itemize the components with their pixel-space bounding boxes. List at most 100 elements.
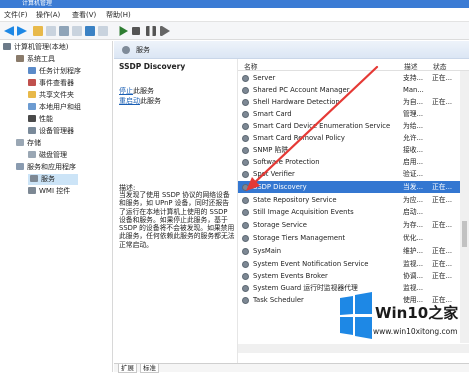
gear-icon	[242, 123, 249, 130]
menu-view[interactable]: 查看(V)	[72, 11, 96, 19]
service-row[interactable]: Software Protection 启用...	[238, 156, 460, 168]
service-row[interactable]: Spot Verifier 验证...	[238, 168, 460, 180]
tree-item-wmi[interactable]: WMI 控件	[28, 187, 70, 196]
clock-icon	[28, 67, 36, 74]
view-tabs: 扩展 标准	[114, 363, 469, 373]
properties-icon[interactable]	[98, 26, 108, 36]
gear-icon	[242, 147, 249, 154]
tree-item-shared-folders[interactable]: 共享文件夹	[28, 91, 74, 100]
event-icon	[28, 79, 36, 86]
service-row[interactable]: Smart Card 管理...	[238, 108, 460, 120]
gear-icon	[242, 235, 249, 242]
wmi-icon	[28, 187, 36, 194]
disk-icon	[28, 151, 36, 158]
column-description[interactable]: 描述	[404, 61, 418, 71]
gear-icon	[242, 273, 249, 280]
tree-item-device-manager[interactable]: 设备管理器	[28, 127, 74, 136]
refresh-icon[interactable]	[72, 26, 82, 36]
toolbar	[0, 22, 469, 40]
restart-service-icon[interactable]	[160, 26, 170, 36]
service-title: SSDP Discovery	[119, 62, 186, 71]
service-row[interactable]: Still Image Acquisition Events 启动...	[238, 206, 460, 218]
gear-icon	[242, 75, 249, 82]
service-row[interactable]: Shell Hardware Detection 为自... 正在...	[238, 96, 460, 108]
forward-icon[interactable]	[17, 26, 27, 36]
tree-item-performance[interactable]: 性能	[28, 115, 53, 124]
restart-suffix: 此服务	[140, 97, 161, 105]
service-row[interactable]: SysMain 维护... 正在...	[238, 245, 460, 257]
console-tree: 计算机管理(本地) 系统工具 任务计划程序 事件查看器 共享文件夹 本地用户和组…	[0, 41, 113, 372]
console-tree-icon[interactable]	[46, 26, 56, 36]
gear-icon	[242, 197, 249, 204]
services-apps-icon	[16, 163, 24, 170]
export-icon[interactable]	[59, 26, 69, 36]
tree-item-event-viewer[interactable]: 事件查看器	[28, 79, 74, 88]
watermark-url: www.win10xitong.com	[373, 327, 458, 336]
service-row[interactable]: System Events Broker 协调... 正在...	[238, 270, 460, 282]
column-name[interactable]: 名称	[244, 61, 258, 71]
folder-icon[interactable]	[33, 26, 43, 36]
menu-bar: 文件(F) 操作(A) 查看(V) 帮助(H)	[0, 8, 469, 22]
tree-item-system-tools[interactable]: 系统工具	[16, 55, 55, 64]
gear-icon	[242, 184, 249, 191]
gear-icon	[242, 135, 249, 142]
tree-item-storage[interactable]: 存储	[16, 139, 41, 148]
service-row[interactable]: Shared PC Account Manager Man...	[238, 84, 460, 96]
gear-icon	[242, 111, 249, 118]
users-icon	[28, 103, 36, 110]
tree-item-services[interactable]: 服务	[28, 174, 78, 185]
folder-icon	[28, 91, 36, 98]
menu-action[interactable]: 操作(A)	[36, 11, 60, 19]
storage-icon	[16, 139, 24, 146]
gear-icon	[242, 209, 249, 216]
back-icon[interactable]	[4, 26, 14, 36]
stop-suffix: 此服务	[133, 87, 154, 95]
window-title: 计算机管理	[22, 0, 53, 7]
start-service-icon[interactable]	[119, 26, 128, 36]
service-row[interactable]: Server 支持... 正在...	[238, 72, 460, 84]
tools-icon	[16, 55, 24, 62]
gear-icon	[122, 46, 130, 54]
description-pane: SSDP Discovery 停止 此服务 重启动 此服务 描述: 当发现了使用…	[114, 59, 238, 365]
gear-icon	[242, 87, 249, 94]
gear-icon	[242, 171, 249, 178]
tree-item-local-users[interactable]: 本地用户和组	[28, 103, 81, 112]
service-row[interactable]: Smart Card Removal Policy 允许...	[238, 132, 460, 144]
stop-service-icon[interactable]	[132, 27, 140, 35]
list-header: 名称 描述 状态	[238, 59, 469, 71]
menu-file[interactable]: 文件(F)	[4, 11, 28, 19]
restart-link[interactable]: 重启动	[119, 96, 140, 106]
gear-icon	[242, 285, 249, 292]
tree-item-disk-management[interactable]: 磁盘管理	[28, 151, 67, 160]
title-bar: 计算机管理	[0, 0, 469, 8]
performance-icon	[28, 115, 36, 122]
scrollbar-thumb[interactable]	[462, 221, 467, 247]
gear-icon	[242, 222, 249, 229]
service-row[interactable]: SNMP 陷阱 接收...	[238, 144, 460, 156]
service-row-selected[interactable]: SSDP Discovery 当发... 正在...	[238, 181, 460, 193]
service-row[interactable]: Smart Card Device Enumeration Service 为给.…	[238, 120, 460, 132]
gear-icon	[242, 99, 249, 106]
pane-title: 服务	[136, 46, 150, 54]
computer-icon	[3, 43, 11, 50]
gear-icon	[242, 297, 249, 304]
pane-header: 服务	[114, 41, 469, 59]
service-row[interactable]: System Event Notification Service 监视... 正在…	[238, 258, 460, 270]
column-status[interactable]: 状态	[433, 61, 447, 71]
service-row[interactable]: State Repository Service 为应... 正在...	[238, 194, 460, 206]
help-icon[interactable]	[85, 26, 95, 36]
gear-icon	[242, 159, 249, 166]
stop-link[interactable]: 停止	[119, 86, 133, 96]
service-row[interactable]: Storage Tiers Management 优化...	[238, 232, 460, 244]
gear-icon	[242, 261, 249, 268]
gear-icon	[242, 248, 249, 255]
device-icon	[28, 127, 36, 134]
watermark-title: Win10之家	[375, 304, 459, 322]
pause-service-icon[interactable]	[146, 26, 156, 36]
tree-item-services-apps[interactable]: 服务和应用程序	[16, 163, 76, 172]
menu-help[interactable]: 帮助(H)	[106, 11, 131, 19]
service-row[interactable]: Storage Service 为存... 正在...	[238, 219, 460, 231]
tree-item-task-scheduler[interactable]: 任务计划程序	[28, 67, 81, 76]
gear-icon	[30, 175, 38, 182]
tree-root[interactable]: 计算机管理(本地)	[3, 43, 68, 52]
